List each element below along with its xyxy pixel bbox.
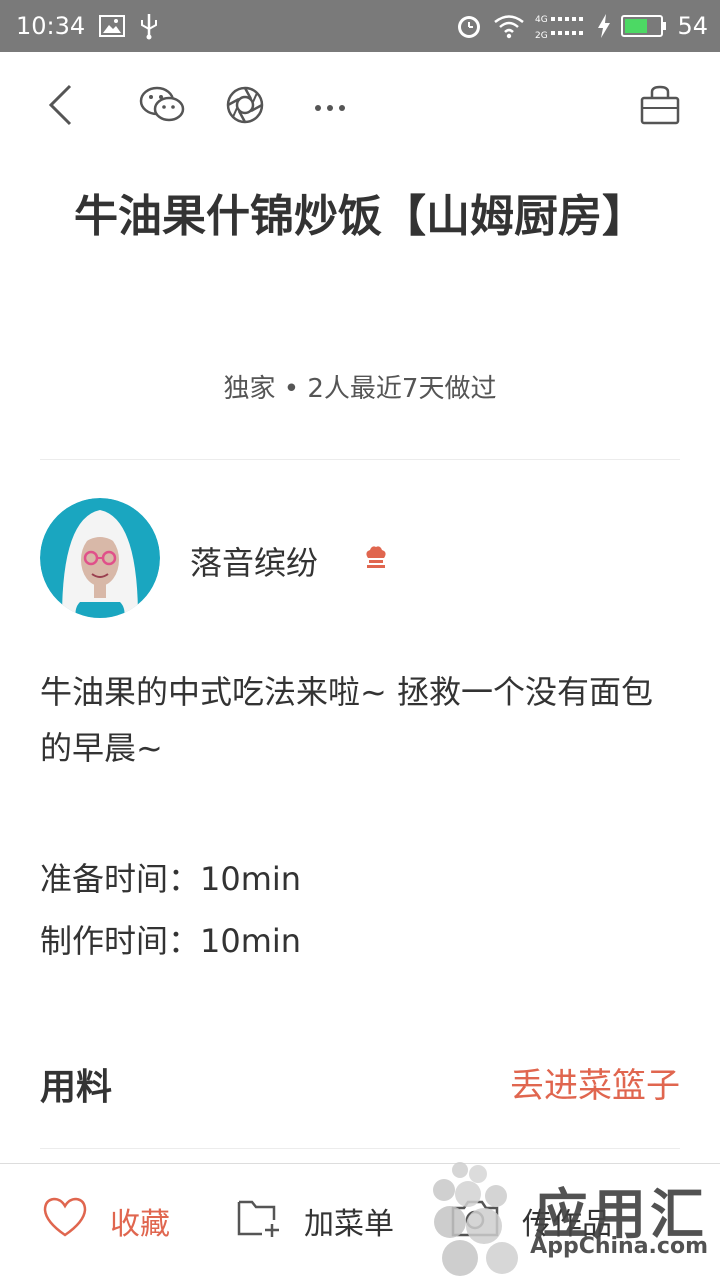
network-label-4g: 4G (535, 15, 548, 25)
ingredients-title: 用料 (40, 1067, 113, 1108)
chef-hat-icon (362, 544, 390, 572)
back-arrow-icon (46, 83, 76, 131)
more-button[interactable] (305, 82, 355, 132)
favorite-button[interactable]: 收藏 (42, 1196, 170, 1246)
status-time: 10:34 (16, 12, 86, 40)
network-label-2g: 2G (535, 31, 548, 41)
battery-level: 54 (677, 12, 708, 40)
wifi-icon (493, 13, 525, 39)
add-folder-icon (236, 1196, 282, 1246)
recipe-meta: 独家 • 2人最近7天做过 (223, 374, 497, 404)
cook-time: 制作时间：10min (40, 922, 302, 960)
add-to-menu-button[interactable]: 加菜单 (236, 1196, 394, 1246)
moments-icon (225, 85, 265, 129)
wechat-icon (138, 85, 186, 129)
charging-icon (597, 13, 611, 39)
battery-icon (621, 14, 667, 38)
divider (40, 459, 680, 460)
alarm-icon (455, 12, 483, 40)
usb-icon (139, 12, 159, 40)
shopping-basket-icon (639, 84, 681, 130)
shopping-basket-button[interactable] (635, 82, 685, 132)
add-to-menu-label: 加菜单 (304, 1207, 394, 1242)
recipe-title: 牛油果什锦炒饭【山姆厨房】 (74, 191, 646, 242)
top-toolbar (0, 52, 720, 162)
appchina-watermark: 应用汇 AppChina.com (420, 1150, 720, 1280)
prep-time: 准备时间：10min (40, 860, 302, 898)
author-avatar[interactable] (40, 498, 160, 618)
recipe-description: 牛油果的中式吃法来啦~ 拯救一个没有面包的早晨~ (40, 673, 653, 767)
author-name[interactable]: 落音缤纷 (190, 538, 318, 584)
divider (40, 1148, 680, 1149)
add-to-basket-link[interactable]: 丢进菜篮子 (510, 1058, 680, 1107)
favorite-label: 收藏 (110, 1207, 170, 1242)
status-bar: 10:34 4G 2G 54 (0, 0, 720, 52)
image-icon (99, 15, 126, 37)
signal-icon: 4G 2G (535, 11, 587, 41)
share-moments-button[interactable] (220, 82, 270, 132)
back-button[interactable] (36, 82, 86, 132)
watermark-subtext: AppChina.com (530, 1234, 708, 1259)
share-wechat-button[interactable] (137, 82, 187, 132)
more-dots-icon (313, 98, 347, 117)
heart-icon (42, 1196, 88, 1246)
